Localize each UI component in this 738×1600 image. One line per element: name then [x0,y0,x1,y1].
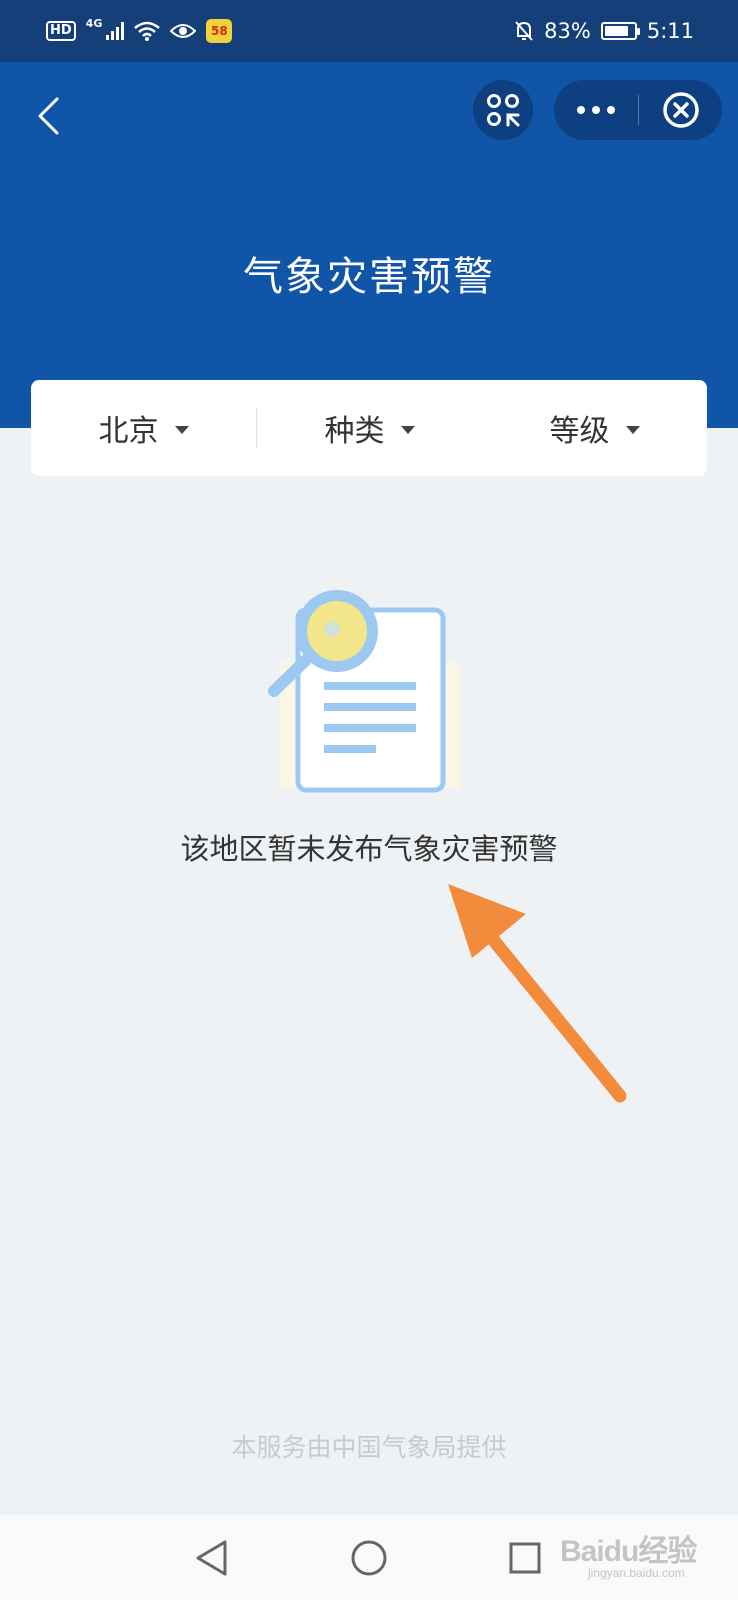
square-recents-icon [509,1542,541,1574]
annotation-arrow-icon [448,884,627,1103]
filter-type-dropdown[interactable]: 种类 [257,380,482,476]
page-title: 气象灾害预警 [243,254,495,300]
share-scan-button[interactable] [473,80,533,140]
filter-region-dropdown[interactable]: 北京 [31,380,256,476]
eye-icon [170,24,197,38]
circle-home-icon [351,1540,387,1576]
chevron-left-icon [38,97,59,135]
status-left: HD 4G 58 [46,16,233,43]
empty-document-search-icon [268,590,460,793]
filter-type-label: 种类 [324,414,385,449]
network-type: 4G [85,16,103,30]
filter-region-label: 北京 [98,414,159,449]
nav-back-button[interactable] [188,1535,234,1581]
battery-icon [600,22,640,40]
mini-program-capsule [554,80,722,140]
scan-code-icon [487,94,520,127]
signal-icon [106,22,125,40]
status-right: 83% 5:11 [514,19,694,43]
nav-recents-button[interactable] [502,1535,548,1581]
provider-note: 本服务由中国气象局提供 [231,1433,507,1462]
header: 气象灾害预警 [0,62,738,428]
status-bar: HD 4G 58 83% 5:11 [0,0,738,62]
clock: 5:11 [646,19,694,43]
battery-percent: 83% [544,19,591,43]
empty-state-message: 该地区暂未发布气象灾害预警 [180,832,558,866]
mute-bell-icon [515,21,533,41]
watermark-url: jingyan.baidu.com [588,1566,685,1580]
close-circle-icon [662,92,699,128]
close-button[interactable] [639,80,722,140]
nav-home-button[interactable] [346,1535,392,1581]
filter-level-label: 等级 [549,414,610,449]
caret-down-icon [400,426,415,434]
watermark-logo: Baidu经验 [560,1535,697,1568]
back-button[interactable] [24,84,72,148]
caret-down-icon [625,426,640,434]
filter-bar: 北京 种类 等级 [31,380,707,476]
app-badge-icon: 58 [206,19,233,43]
wifi-icon [134,21,161,41]
more-button[interactable] [554,80,638,140]
filter-level-dropdown[interactable]: 等级 [482,380,707,476]
caret-down-icon [174,426,189,434]
hd-indicator: HD [46,21,76,41]
triangle-back-icon [196,1540,227,1576]
